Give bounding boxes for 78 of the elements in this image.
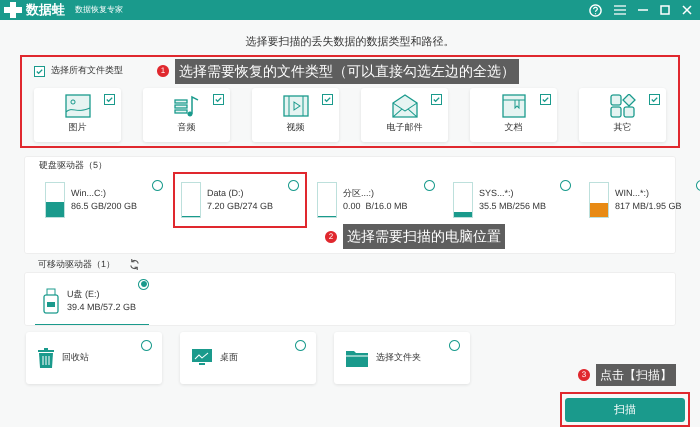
location-label: 桌面 <box>220 351 238 364</box>
file-type-label: 图片 <box>68 121 86 134</box>
radio-button[interactable] <box>152 180 163 191</box>
file-type-card[interactable]: 图片 <box>34 88 121 142</box>
file-type-label: 电子邮件 <box>386 121 422 134</box>
maximize-icon[interactable] <box>660 5 670 15</box>
section-title: 硬盘驱动器（5） <box>38 158 108 172</box>
file-type-label: 其它 <box>614 121 632 134</box>
grid-icon <box>610 94 636 118</box>
drive-size: 35.5 MB/256 MB <box>479 200 546 213</box>
help-icon[interactable] <box>589 4 602 16</box>
app-name: 数据蛙 <box>26 1 65 20</box>
radio-button[interactable] <box>449 340 460 351</box>
radio-button[interactable] <box>288 180 299 191</box>
annotation-callout: 选择需要扫描的电脑位置 <box>343 224 505 249</box>
drive-name: Data (D:) <box>207 187 245 200</box>
music-note-icon <box>174 94 200 118</box>
radio-button[interactable] <box>424 180 435 191</box>
step-number: 1 <box>157 65 169 77</box>
drive-item[interactable]: Win...C:) 86.5 GB/200 GB <box>37 172 171 228</box>
file-type-card[interactable]: 音频 <box>143 88 230 142</box>
location-card[interactable]: 回收站 <box>26 332 162 384</box>
drive-name: Win...C:) <box>71 187 107 200</box>
location-label: 回收站 <box>62 351 89 364</box>
drive-item[interactable]: Data (D:) 7.20 GB/274 GB <box>173 172 307 228</box>
drive-name: SYS...*:) <box>479 187 515 200</box>
radio-button[interactable] <box>560 180 571 191</box>
drive-size: 86.5 GB/200 GB <box>71 200 138 213</box>
location-card[interactable]: 桌面 <box>180 332 316 384</box>
radio-button[interactable] <box>141 340 152 351</box>
file-type-label: 文档 <box>504 121 522 134</box>
file-type-card[interactable]: 电子邮件 <box>361 88 448 142</box>
annotation-callout: 点击【扫描】 <box>596 364 676 386</box>
usb-drive-icon <box>43 288 59 314</box>
image-icon <box>64 94 90 118</box>
drive-name: 分区...:) <box>343 187 375 200</box>
location-card[interactable]: 选择文件夹 <box>334 332 470 384</box>
monitor-icon <box>192 348 212 367</box>
radio-button[interactable] <box>295 340 306 351</box>
drive-size: 39.4 MB/57.2 GB <box>67 301 136 314</box>
location-label: 选择文件夹 <box>376 351 421 364</box>
drive-size: 817 MB/1.95 GB <box>615 200 682 213</box>
select-all-label: 选择所有文件类型 <box>51 64 123 78</box>
annotation-callout: 选择需要恢复的文件类型（可以直接勾选左边的全选） <box>175 58 519 84</box>
minimize-icon[interactable] <box>638 9 648 11</box>
drive-size: 0.00 B/16.0 MB <box>343 200 408 213</box>
checkbox[interactable] <box>213 94 224 104</box>
drive-name: U盘 (E:) <box>67 288 100 301</box>
file-type-label: 视频 <box>286 121 304 134</box>
trash-icon <box>38 348 54 368</box>
file-type-card[interactable]: 视频 <box>252 88 339 142</box>
drive-item[interactable]: U盘 (E:) 39.4 MB/57.2 GB <box>35 278 149 324</box>
checkbox[interactable] <box>431 94 442 104</box>
page-heading: 选择要扫描的丢失数据的数据类型和路径。 <box>244 35 456 50</box>
envelope-icon <box>392 94 418 118</box>
film-icon <box>282 94 308 118</box>
section-title: 可移动驱动器（1） <box>38 258 116 271</box>
checkbox[interactable] <box>540 94 551 104</box>
step-number: 3 <box>578 368 590 381</box>
drive-size: 7.20 GB/274 GB <box>207 200 274 213</box>
checkbox[interactable] <box>34 66 45 76</box>
document-icon <box>500 94 526 118</box>
drive-name: WIN...*:) <box>615 187 650 200</box>
radio-button[interactable] <box>138 278 149 290</box>
drive-item[interactable]: WIN...*:) 817 MB/1.95 GB <box>581 172 700 228</box>
checkbox[interactable] <box>649 94 660 104</box>
file-type-card[interactable]: 其它 <box>579 88 666 142</box>
checkbox[interactable] <box>322 94 333 104</box>
refresh-icon[interactable] <box>129 259 140 270</box>
app-logo-icon <box>4 2 22 18</box>
menu-icon[interactable] <box>614 5 626 15</box>
folder-icon <box>346 348 368 367</box>
app-subtitle: 数据恢复专家 <box>75 4 123 16</box>
file-type-label: 音频 <box>178 121 196 134</box>
step-number: 2 <box>325 230 337 242</box>
close-icon[interactable] <box>682 5 692 15</box>
checkbox[interactable] <box>104 94 115 104</box>
file-type-card[interactable]: 文档 <box>470 88 557 142</box>
